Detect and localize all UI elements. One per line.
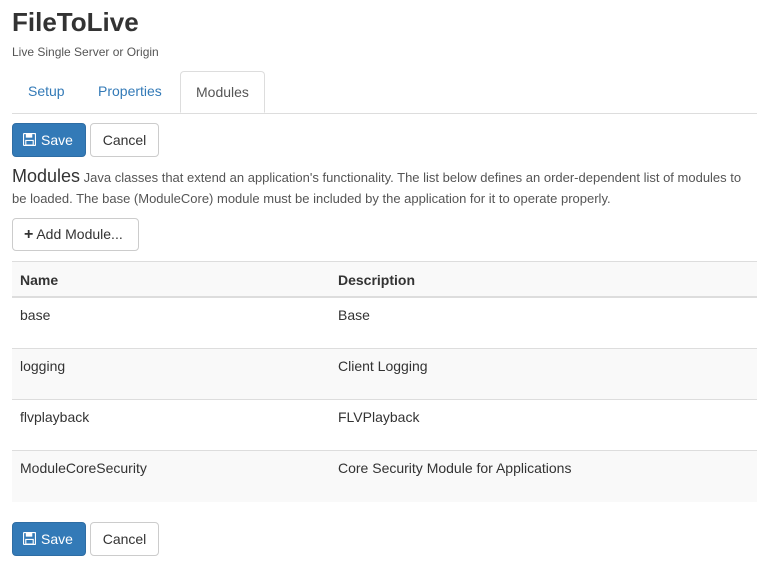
tab-properties[interactable]: Properties (86, 71, 176, 112)
app-title: FileToLive (12, 7, 139, 37)
modules-description: Java classes that extend an application'… (12, 170, 742, 206)
modules-heading: Modules (12, 166, 81, 186)
table-row[interactable]: logging Client Logging (12, 349, 757, 400)
module-name: base (20, 307, 51, 323)
module-name: logging (20, 358, 66, 374)
save-button-bottom[interactable]: Save (12, 522, 86, 556)
floppy-disk-icon (23, 532, 36, 546)
module-description: Client Logging (338, 358, 428, 374)
column-header-description: Description (338, 272, 416, 288)
modules-description-block: Modules Java classes that extend an appl… (12, 166, 757, 210)
add-module-label: Add Module... (36, 226, 123, 242)
column-header-name: Name (20, 272, 59, 288)
module-name: flvplayback (20, 409, 90, 425)
floppy-disk-icon (23, 133, 36, 147)
cancel-button-bottom[interactable]: Cancel (90, 522, 159, 556)
page: FileToLive Live Single Server or Origin … (0, 0, 757, 573)
cancel-button-top[interactable]: Cancel (90, 123, 159, 157)
tab-modules[interactable]: Modules (180, 71, 265, 113)
module-description: Base (338, 307, 370, 323)
module-name: ModuleCoreSecurity (20, 460, 147, 476)
module-description: FLVPlayback (338, 409, 420, 425)
save-label: Save (41, 132, 73, 148)
modules-table: Name Description base Base logging Clien… (12, 261, 757, 502)
table-header: Name Description (12, 261, 757, 298)
plus-icon: + (24, 226, 34, 243)
module-description: Core Security Module for Applications (338, 460, 572, 476)
tab-setup[interactable]: Setup (12, 71, 82, 112)
tab-bar: Setup Properties Modules (12, 71, 757, 114)
save-label: Save (41, 531, 73, 547)
table-row[interactable]: base Base (12, 298, 757, 349)
table-row[interactable]: flvplayback FLVPlayback (12, 400, 757, 451)
app-subtitle: Live Single Server or Origin (12, 45, 159, 59)
add-module-button[interactable]: + Add Module... (12, 218, 139, 251)
save-button-top[interactable]: Save (12, 123, 86, 157)
table-row[interactable]: ModuleCoreSecurity Core Security Module … (12, 451, 757, 502)
